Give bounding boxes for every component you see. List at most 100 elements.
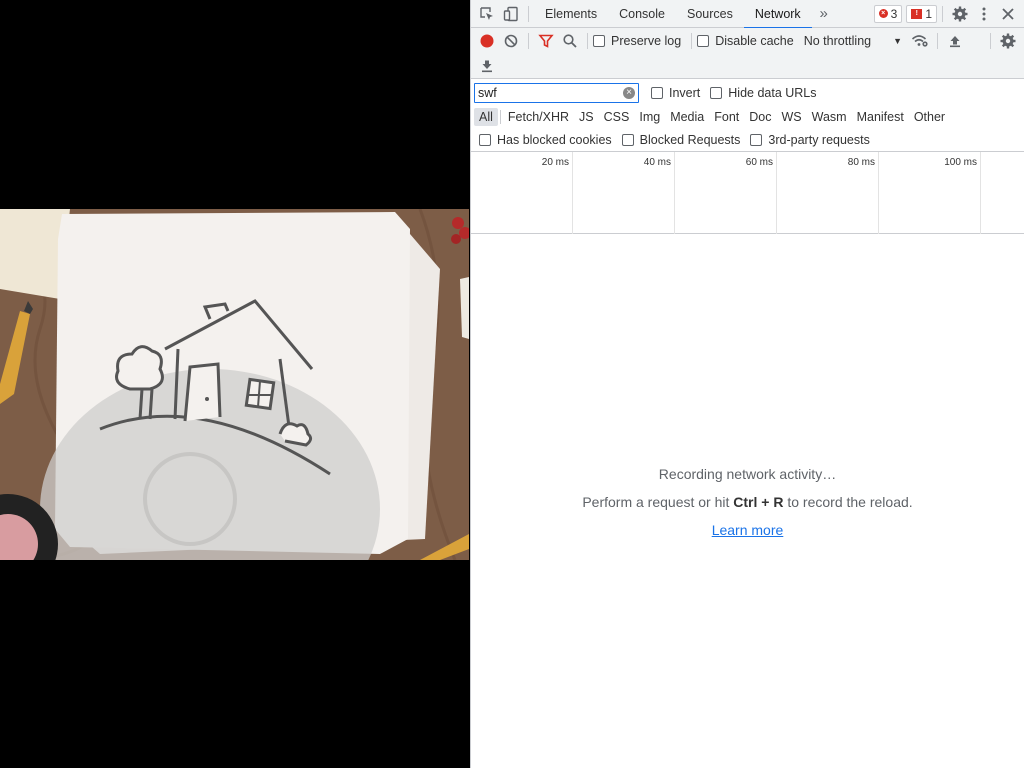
timeline-tick: 20 ms [471, 152, 573, 234]
type-filter-img[interactable]: Img [634, 108, 665, 126]
tick-label: 20 ms [541, 157, 569, 168]
preserve-log-checkbox[interactable]: Preserve log [593, 34, 681, 48]
clear-filter-icon[interactable]: × [623, 86, 635, 99]
timeline-tick: 40 ms [573, 152, 675, 234]
network-toolbar-row2 [471, 53, 1024, 79]
timeline-tick: 60 ms [675, 152, 777, 234]
issues-badge[interactable]: ! 1 [906, 4, 937, 23]
hide-data-urls-label: Hide data URLs [728, 85, 817, 100]
checkbox-box[interactable] [750, 134, 763, 146]
settings-gear-icon[interactable] [948, 2, 972, 26]
timeline-tick: 80 ms [777, 152, 879, 234]
divider [691, 32, 693, 49]
more-tabs-glyph: » [819, 5, 828, 22]
tab-network[interactable]: Network [743, 0, 812, 29]
tick-label: 100 ms [944, 157, 977, 168]
blocked-requests-checkbox[interactable]: Blocked Requests [621, 133, 741, 147]
divider [990, 32, 991, 49]
throttling-value: No throttling [803, 33, 872, 48]
type-filter-other[interactable]: Other [909, 108, 950, 126]
tick-label: 60 ms [745, 157, 773, 168]
tab-sources[interactable]: Sources [676, 0, 744, 28]
type-filter-fetch-xhr[interactable]: Fetch/XHR [503, 108, 574, 126]
divider [499, 110, 501, 124]
blocked-requests-label: Blocked Requests [639, 133, 741, 147]
checkbox-box[interactable] [651, 86, 663, 99]
checkbox-box[interactable] [479, 134, 491, 146]
disable-cache-label: Disable cache [715, 33, 794, 48]
checkbox-box[interactable] [697, 34, 710, 47]
third-party-requests-checkbox[interactable]: 3rd-party requests [750, 133, 870, 147]
resource-type-filters: All Fetch/XHR JS CSS Img Media Font Doc … [471, 105, 1024, 129]
divider [528, 5, 529, 22]
divider [942, 5, 943, 22]
filter-input[interactable] [475, 85, 615, 100]
issue-flag-icon: ! [911, 8, 923, 19]
more-options-kebab-icon[interactable] [972, 2, 996, 26]
record-icon[interactable] [475, 29, 499, 53]
type-filter-font[interactable]: Font [709, 108, 744, 126]
filter-field[interactable]: × [474, 82, 639, 103]
type-filter-ws[interactable]: WS [776, 108, 806, 126]
errors-badge[interactable]: × 3 [873, 4, 903, 23]
hide-data-urls-checkbox[interactable]: Hide data URLs [710, 85, 817, 100]
type-filter-css[interactable]: CSS [599, 108, 635, 126]
throttling-select[interactable]: No throttling ▼ [804, 34, 902, 48]
import-har-upload-icon[interactable] [943, 29, 967, 53]
timeline-overview[interactable]: 20 ms 40 ms 60 ms 80 ms 100 ms [471, 152, 1024, 234]
reload-shortcut: Ctrl + R [733, 494, 784, 510]
network-empty-state: Recording network activity… Perform a re… [471, 460, 1024, 544]
inspect-element-icon[interactable] [475, 2, 499, 26]
tab-elements[interactable]: Elements [534, 0, 608, 28]
divider [937, 32, 939, 49]
filter-funnel-icon[interactable] [534, 29, 558, 53]
type-filter-js[interactable]: JS [574, 108, 599, 126]
hint-prefix: Perform a request or hit [582, 494, 734, 510]
preserve-log-label: Preserve log [611, 33, 682, 48]
dropdown-caret-icon: ▼ [893, 35, 903, 46]
checkbox-box[interactable] [593, 34, 605, 47]
checkbox-box[interactable] [710, 86, 723, 99]
errors-count: 3 [890, 6, 898, 21]
invert-checkbox[interactable]: Invert [651, 86, 700, 100]
search-icon[interactable] [558, 29, 582, 53]
type-filter-manifest[interactable]: Manifest [852, 108, 909, 126]
network-settings-gear-icon[interactable] [996, 29, 1020, 53]
tab-console[interactable]: Console [608, 0, 676, 28]
timeline-tick: 100 ms [879, 152, 981, 234]
network-conditions-wifi-icon[interactable] [908, 29, 932, 53]
issues-count: 1 [925, 6, 932, 21]
third-party-requests-label: 3rd-party requests [768, 133, 870, 147]
filter-bar: × Invert Hide data URLs [471, 80, 1024, 105]
divider [587, 32, 588, 49]
devtools-tabbar: Elements Console Sources Network » × 3 !… [471, 0, 1024, 29]
has-blocked-cookies-label: Has blocked cookies [497, 133, 612, 147]
record-hint-text: Perform a request or hit Ctrl + R to rec… [471, 488, 1024, 516]
tick-label: 40 ms [643, 157, 671, 168]
invert-label: Invert [669, 85, 701, 100]
recording-status-text: Recording network activity… [658, 466, 837, 482]
has-blocked-cookies-checkbox[interactable]: Has blocked cookies [479, 133, 612, 147]
learn-more-link[interactable]: Learn more [712, 522, 784, 538]
blocked-filters-bar: Has blocked cookies Blocked Requests 3rd… [471, 129, 1024, 152]
type-filter-doc[interactable]: Doc [744, 108, 776, 126]
hint-suffix: to record the reload. [783, 494, 913, 510]
game-canvas[interactable] [0, 209, 469, 560]
export-har-download-icon[interactable] [475, 54, 499, 78]
network-toolbar: Preserve log Disable cache No throttling… [471, 28, 1024, 53]
tick-label: 80 ms [847, 157, 875, 168]
house-drawing-scene [0, 209, 469, 560]
type-filter-media[interactable]: Media [665, 108, 709, 126]
devtools-panel: Elements Console Sources Network » × 3 !… [470, 0, 1024, 768]
disable-cache-checkbox[interactable]: Disable cache [697, 34, 794, 48]
close-icon[interactable] [996, 2, 1020, 26]
clear-icon[interactable] [499, 29, 523, 53]
type-filter-wasm[interactable]: Wasm [807, 108, 852, 126]
divider [528, 32, 529, 49]
error-icon: × [878, 9, 888, 18]
type-filter-all[interactable]: All [474, 108, 498, 126]
device-toolbar-icon[interactable] [499, 2, 523, 26]
more-tabs-chevron-icon[interactable]: » [812, 2, 836, 26]
page-viewport [0, 0, 470, 768]
checkbox-box[interactable] [621, 134, 634, 146]
